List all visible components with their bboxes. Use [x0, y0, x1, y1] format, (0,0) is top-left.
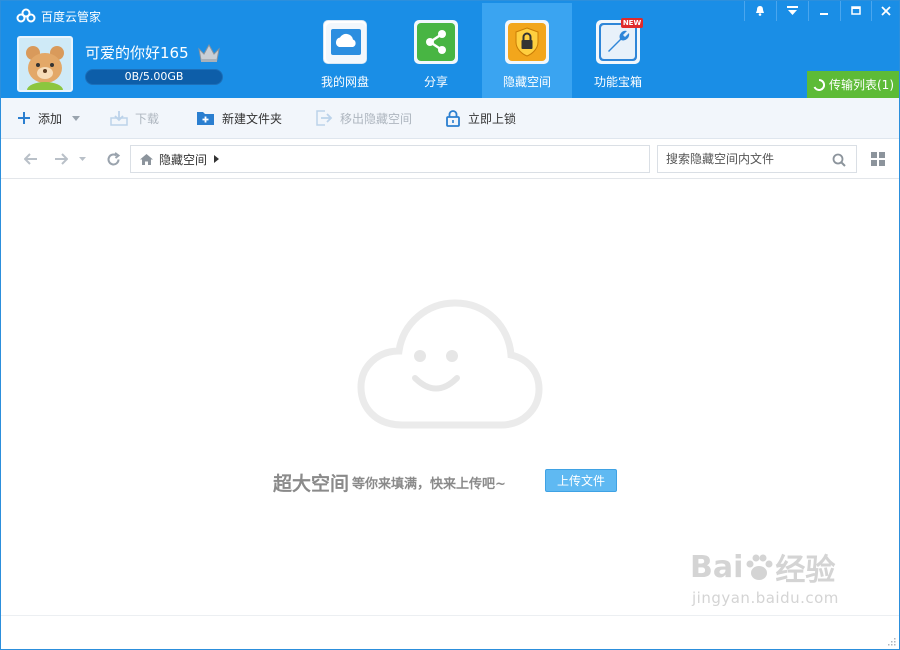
- move-out-label: 移出隐藏空间: [340, 111, 413, 126]
- home-icon: [140, 153, 153, 165]
- menu-dropdown-icon: [786, 5, 798, 15]
- status-bar: [0, 615, 900, 650]
- maximize-icon: [851, 5, 861, 15]
- resize-grip-icon[interactable]: [887, 637, 896, 646]
- chevron-down-icon: [78, 157, 86, 161]
- grid-view-icon: [871, 152, 885, 166]
- breadcrumb[interactable]: 隐藏空间: [130, 145, 650, 173]
- storage-quota-bar: 0B/5.00GB: [85, 69, 223, 85]
- forward-button[interactable]: [51, 149, 71, 169]
- bear-avatar-icon: [19, 38, 71, 90]
- download-button[interactable]: 下载: [110, 108, 159, 128]
- new-folder-icon: [197, 112, 214, 125]
- upload-file-button[interactable]: 上传文件: [545, 469, 617, 492]
- app-title: 百度云管家: [16, 7, 101, 25]
- empty-state-subline: 等你来填满，快来上传吧~: [352, 477, 506, 492]
- grid-view-button[interactable]: [871, 152, 885, 169]
- breadcrumb-current[interactable]: 隐藏空间: [159, 151, 207, 168]
- avatar[interactable]: [17, 36, 73, 92]
- maximize-button[interactable]: [840, 0, 871, 21]
- toolbar: 添加 下载 新建文件夹 移出隐藏空间 立即上锁: [0, 98, 900, 139]
- search-box[interactable]: [657, 145, 857, 173]
- transfer-list-button[interactable]: 传输列表(1): [807, 71, 900, 98]
- close-button[interactable]: [871, 0, 900, 21]
- empty-state-headline: 超大空间: [273, 473, 350, 495]
- plus-icon: [18, 112, 30, 124]
- paw-icon: [746, 554, 773, 580]
- shield-lock-icon: [505, 20, 549, 64]
- cloud-logo-icon: [16, 8, 36, 23]
- new-folder-label: 新建文件夹: [222, 111, 283, 126]
- arrow-left-icon: [24, 153, 37, 165]
- watermark: Bai 经验 jingyan.baidu.com: [690, 545, 839, 608]
- minimize-icon: [820, 12, 828, 15]
- empty-state-message: 超大空间 等你来填满，快来上传吧~: [273, 469, 506, 496]
- tab-toolbox-label: 功能宝箱: [593, 75, 642, 89]
- lock-icon: [446, 109, 460, 127]
- upload-file-label: 上传文件: [556, 474, 605, 488]
- back-button[interactable]: [21, 149, 41, 169]
- share-icon: [414, 20, 458, 64]
- download-label: 下载: [135, 111, 160, 126]
- lock-now-button[interactable]: 立即上锁: [445, 108, 516, 128]
- username-row: 可爱的你好165: [85, 42, 221, 63]
- new-badge: NEW: [621, 18, 643, 28]
- storage-quota-text: 0B/5.00GB: [124, 70, 184, 83]
- notification-button[interactable]: [744, 0, 775, 21]
- new-badge-text: NEW: [622, 19, 642, 27]
- caret-right-icon[interactable]: [214, 155, 220, 163]
- tab-share-label: 分享: [423, 75, 448, 89]
- transfer-list-label: 传输列表(1): [829, 78, 894, 92]
- refresh-button[interactable]: [103, 149, 123, 169]
- crown-icon[interactable]: [197, 43, 221, 63]
- history-dropdown[interactable]: [76, 149, 88, 169]
- smiling-cloud-icon: [357, 299, 543, 429]
- move-out-button[interactable]: 移出隐藏空间: [315, 108, 412, 128]
- add-button[interactable]: 添加: [17, 108, 81, 128]
- lock-now-label: 立即上锁: [468, 111, 517, 126]
- tab-my-drive-label: 我的网盘: [320, 75, 369, 89]
- search-icon[interactable]: [832, 153, 846, 167]
- download-icon: [110, 111, 128, 126]
- search-input[interactable]: [666, 152, 826, 166]
- new-folder-button[interactable]: 新建文件夹: [196, 108, 282, 128]
- progress-ring-icon: [813, 78, 825, 91]
- watermark-logo: Bai 经验: [690, 545, 839, 589]
- tab-hidden-space[interactable]: 隐藏空间: [482, 3, 572, 98]
- minimize-button[interactable]: [808, 0, 839, 21]
- username: 可爱的你好165: [85, 44, 189, 62]
- title-bar: 百度云管家 可爱的你好165 0B/5.00GB 我的网盘 分享 隐藏空间 NE…: [0, 0, 900, 98]
- cloud-drive-icon: [323, 20, 367, 64]
- tab-share[interactable]: 分享: [391, 3, 481, 98]
- app-title-text: 百度云管家: [41, 9, 102, 24]
- close-icon: [881, 5, 891, 16]
- address-bar: 隐藏空间: [0, 139, 900, 179]
- tab-hidden-space-label: 隐藏空间: [502, 75, 551, 89]
- chevron-down-icon[interactable]: [72, 115, 81, 121]
- move-out-icon: [316, 110, 333, 126]
- add-label: 添加: [38, 111, 63, 126]
- watermark-brand: Bai: [690, 549, 744, 585]
- watermark-brand-suffix: 经验: [775, 553, 836, 588]
- tab-toolbox[interactable]: NEW 功能宝箱: [573, 3, 663, 98]
- bell-icon: [756, 6, 764, 16]
- refresh-icon: [107, 151, 120, 165]
- arrow-right-icon: [55, 153, 68, 165]
- menu-button[interactable]: [776, 0, 807, 21]
- tab-my-drive[interactable]: 我的网盘: [300, 3, 390, 98]
- watermark-url: jingyan.baidu.com: [692, 589, 839, 607]
